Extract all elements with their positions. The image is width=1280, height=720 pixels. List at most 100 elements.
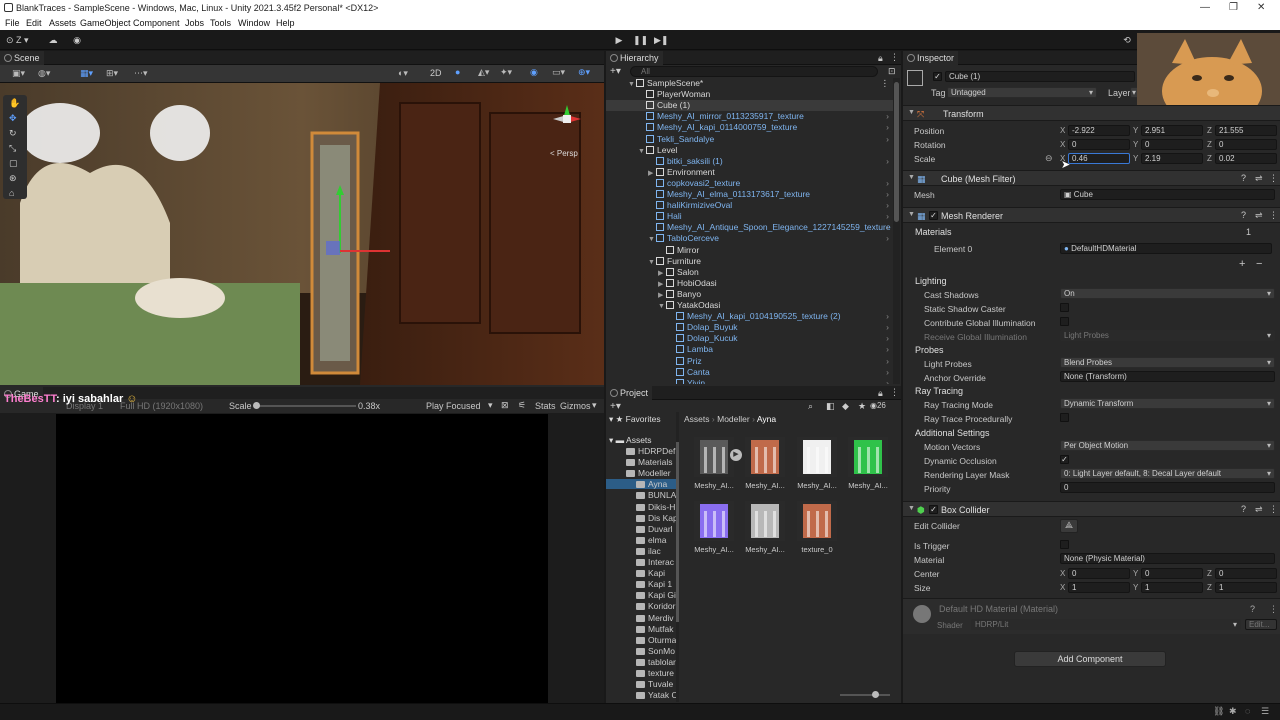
additional-settings-foldout[interactable]: Additional Settings [915, 428, 990, 438]
folder-item[interactable]: Yatak O [606, 690, 676, 700]
shader-dropdown[interactable]: HDRP/Lit [971, 619, 1241, 630]
mesh-renderer-header[interactable]: ▼ ▦ ✓ Mesh Renderer ? ⇌ ⋮ [903, 207, 1280, 223]
hierarchy-row[interactable]: ▼ YatakOdasi [606, 300, 893, 311]
asset-thumbnail[interactable] [797, 501, 837, 541]
scale-slider-handle[interactable] [253, 402, 260, 409]
tab-project[interactable]: Project [606, 386, 653, 400]
component-menu-icon[interactable]: ⋮ [1269, 504, 1278, 515]
rotation-y-field[interactable]: 0 [1141, 139, 1203, 150]
hierarchy-row[interactable]: Meshy_AI_kapi_0114000759_texture › [606, 122, 893, 133]
menu-tools[interactable]: Tools [210, 18, 231, 28]
step-button[interactable]: ▶❚ [654, 34, 668, 46]
menu-edit[interactable]: Edit [26, 18, 42, 28]
expand-arrow-icon[interactable]: ▼ [648, 259, 656, 266]
hierarchy-row[interactable]: Dolap_Buyuk › [606, 322, 893, 333]
edit-collider-button[interactable]: ⟁ [1060, 519, 1078, 533]
collapsed-arrow-icon[interactable]: ▶ [648, 169, 656, 177]
folder-item[interactable]: Modeller [606, 468, 676, 478]
folder-item[interactable]: Merdiv [606, 613, 676, 623]
visibility-icon[interactable]: ◉ [530, 67, 538, 78]
audio-toggle-icon[interactable]: ◭▾ [478, 67, 489, 78]
menu-gameobject[interactable]: GameObject [80, 18, 131, 28]
hierarchy-add-button[interactable]: +▾ [610, 66, 621, 77]
menu-jobs[interactable]: Jobs [185, 18, 204, 28]
hierarchy-scrollbar[interactable] [893, 78, 900, 384]
folder-item[interactable]: SonMo [606, 646, 676, 656]
favorite-star-icon[interactable]: ★ [858, 401, 866, 412]
render-mode-icon[interactable]: ◍▾ [38, 68, 50, 79]
gizmos-icon[interactable]: ⊕▾ [578, 67, 590, 78]
expand-prefab-icon[interactable]: ▶ [730, 449, 742, 461]
project-add-button[interactable]: +▾ [610, 401, 621, 412]
asset-thumbnail[interactable] [797, 437, 837, 477]
folder-item[interactable]: Ayna [606, 479, 676, 490]
prefab-open-icon[interactable]: › [886, 122, 889, 132]
tab-scene[interactable]: Scene [0, 51, 44, 65]
debug-icon[interactable]: ✱ [1229, 706, 1237, 717]
constrain-proportions-icon[interactable]: ⊖ [1045, 153, 1053, 164]
prefab-open-icon[interactable]: › [886, 378, 889, 384]
tab-inspector[interactable]: Inspector [903, 51, 959, 65]
size-z-field[interactable]: 1 [1215, 582, 1277, 593]
breadcrumb-modeller[interactable]: Modeller [717, 414, 750, 424]
prefab-open-icon[interactable]: › [886, 156, 889, 166]
priority-field[interactable]: 0 [1060, 482, 1275, 493]
material-menu-icon[interactable]: ⋮ [1269, 604, 1278, 615]
asset-thumbnail[interactable] [745, 437, 785, 477]
pause-button[interactable]: ❚❚ [633, 34, 648, 46]
folder-item[interactable]: elma [606, 535, 676, 545]
project-search-icon[interactable]: ⌕ [808, 401, 813, 412]
rect-tool-icon[interactable]: ▢ [9, 158, 18, 169]
hierarchy-row[interactable]: Mirror [606, 245, 893, 256]
mesh-renderer-enabled-checkbox[interactable]: ✓ [929, 211, 938, 220]
collab-icon[interactable]: ◉ [70, 34, 84, 46]
folder-item[interactable]: Kapi Gi [606, 590, 676, 600]
tag-dropdown[interactable]: Untagged [947, 87, 1097, 98]
collider-material-field[interactable]: None (Physic Material) [1060, 553, 1275, 564]
shader-edit-button[interactable]: Edit... [1245, 619, 1277, 630]
hierarchy-row[interactable]: Lamba › [606, 344, 893, 355]
hierarchy-row[interactable]: ▼ Furniture [606, 256, 893, 267]
hierarchy-row[interactable]: Hali › [606, 211, 893, 222]
anchor-override-field[interactable]: None (Transform) [1060, 371, 1275, 382]
folder-scroll-thumb[interactable] [676, 442, 679, 622]
hierarchy-row[interactable]: Yiyin › [606, 378, 893, 384]
folder-item[interactable]: Dikis-H [606, 502, 676, 512]
rt-mode-dropdown[interactable]: Dynamic Transform [1060, 398, 1275, 409]
scale-slider[interactable] [253, 402, 356, 409]
collapsed-arrow-icon[interactable]: ▶ [658, 291, 666, 299]
filter-type-icon[interactable]: ◧ [826, 401, 835, 412]
material-help-icon[interactable]: ? [1250, 604, 1255, 614]
asset-label[interactable]: Meshy_AI... [741, 481, 789, 490]
favorites-header[interactable]: ▾ ★ Favorites [609, 414, 661, 425]
gizmos-button[interactable]: Gizmos [560, 401, 591, 411]
prefab-open-icon[interactable]: › [886, 233, 889, 243]
hierarchy-row[interactable]: Cube (1) [606, 100, 893, 112]
center-y-field[interactable]: 0 [1141, 568, 1203, 579]
hierarchy-row[interactable]: ▶ Environment [606, 167, 893, 178]
hierarchy-row[interactable]: ▼ Level [606, 145, 893, 156]
folder-item[interactable]: Mutfak [606, 624, 676, 634]
hierarchy-row[interactable]: bitki_saksili (1) › [606, 156, 893, 167]
position-y-field[interactable]: 2.951 [1141, 125, 1203, 136]
light-probes-dropdown[interactable]: Blend Probes [1060, 357, 1275, 368]
breadcrumb-ayna[interactable]: Ayna [757, 414, 776, 424]
help-icon[interactable]: ? [1241, 504, 1246, 514]
assets-root-folder[interactable]: ▾ ▬ Assets [609, 435, 652, 446]
hierarchy-row[interactable]: ▶ HobiOdasi [606, 278, 893, 289]
mute-icon[interactable]: ⊠ [501, 400, 509, 411]
draw-mode-icon[interactable]: ▣▾ [12, 68, 25, 79]
breadcrumb-assets[interactable]: Assets [684, 414, 710, 424]
help-icon[interactable]: ? [1241, 210, 1246, 220]
play-button[interactable]: ▶ [612, 34, 626, 46]
hierarchy-row[interactable]: Priz › [606, 356, 893, 367]
prefab-open-icon[interactable]: › [886, 222, 889, 232]
position-z-field[interactable]: 21.555 [1215, 125, 1277, 136]
transform-header[interactable]: ▼ ⤧ Transform [903, 105, 1280, 121]
asset-label[interactable]: Meshy_AI... [690, 481, 738, 490]
folder-item[interactable]: texture [606, 668, 676, 678]
hierarchy-row[interactable]: PlayerWoman [606, 89, 893, 100]
hierarchy-row[interactable]: Meshy_AI_Antique_Spoon_Elegance_12271452… [606, 222, 893, 233]
prefab-open-icon[interactable]: › [886, 333, 889, 343]
cloud-icon[interactable]: ☁ [46, 34, 60, 46]
